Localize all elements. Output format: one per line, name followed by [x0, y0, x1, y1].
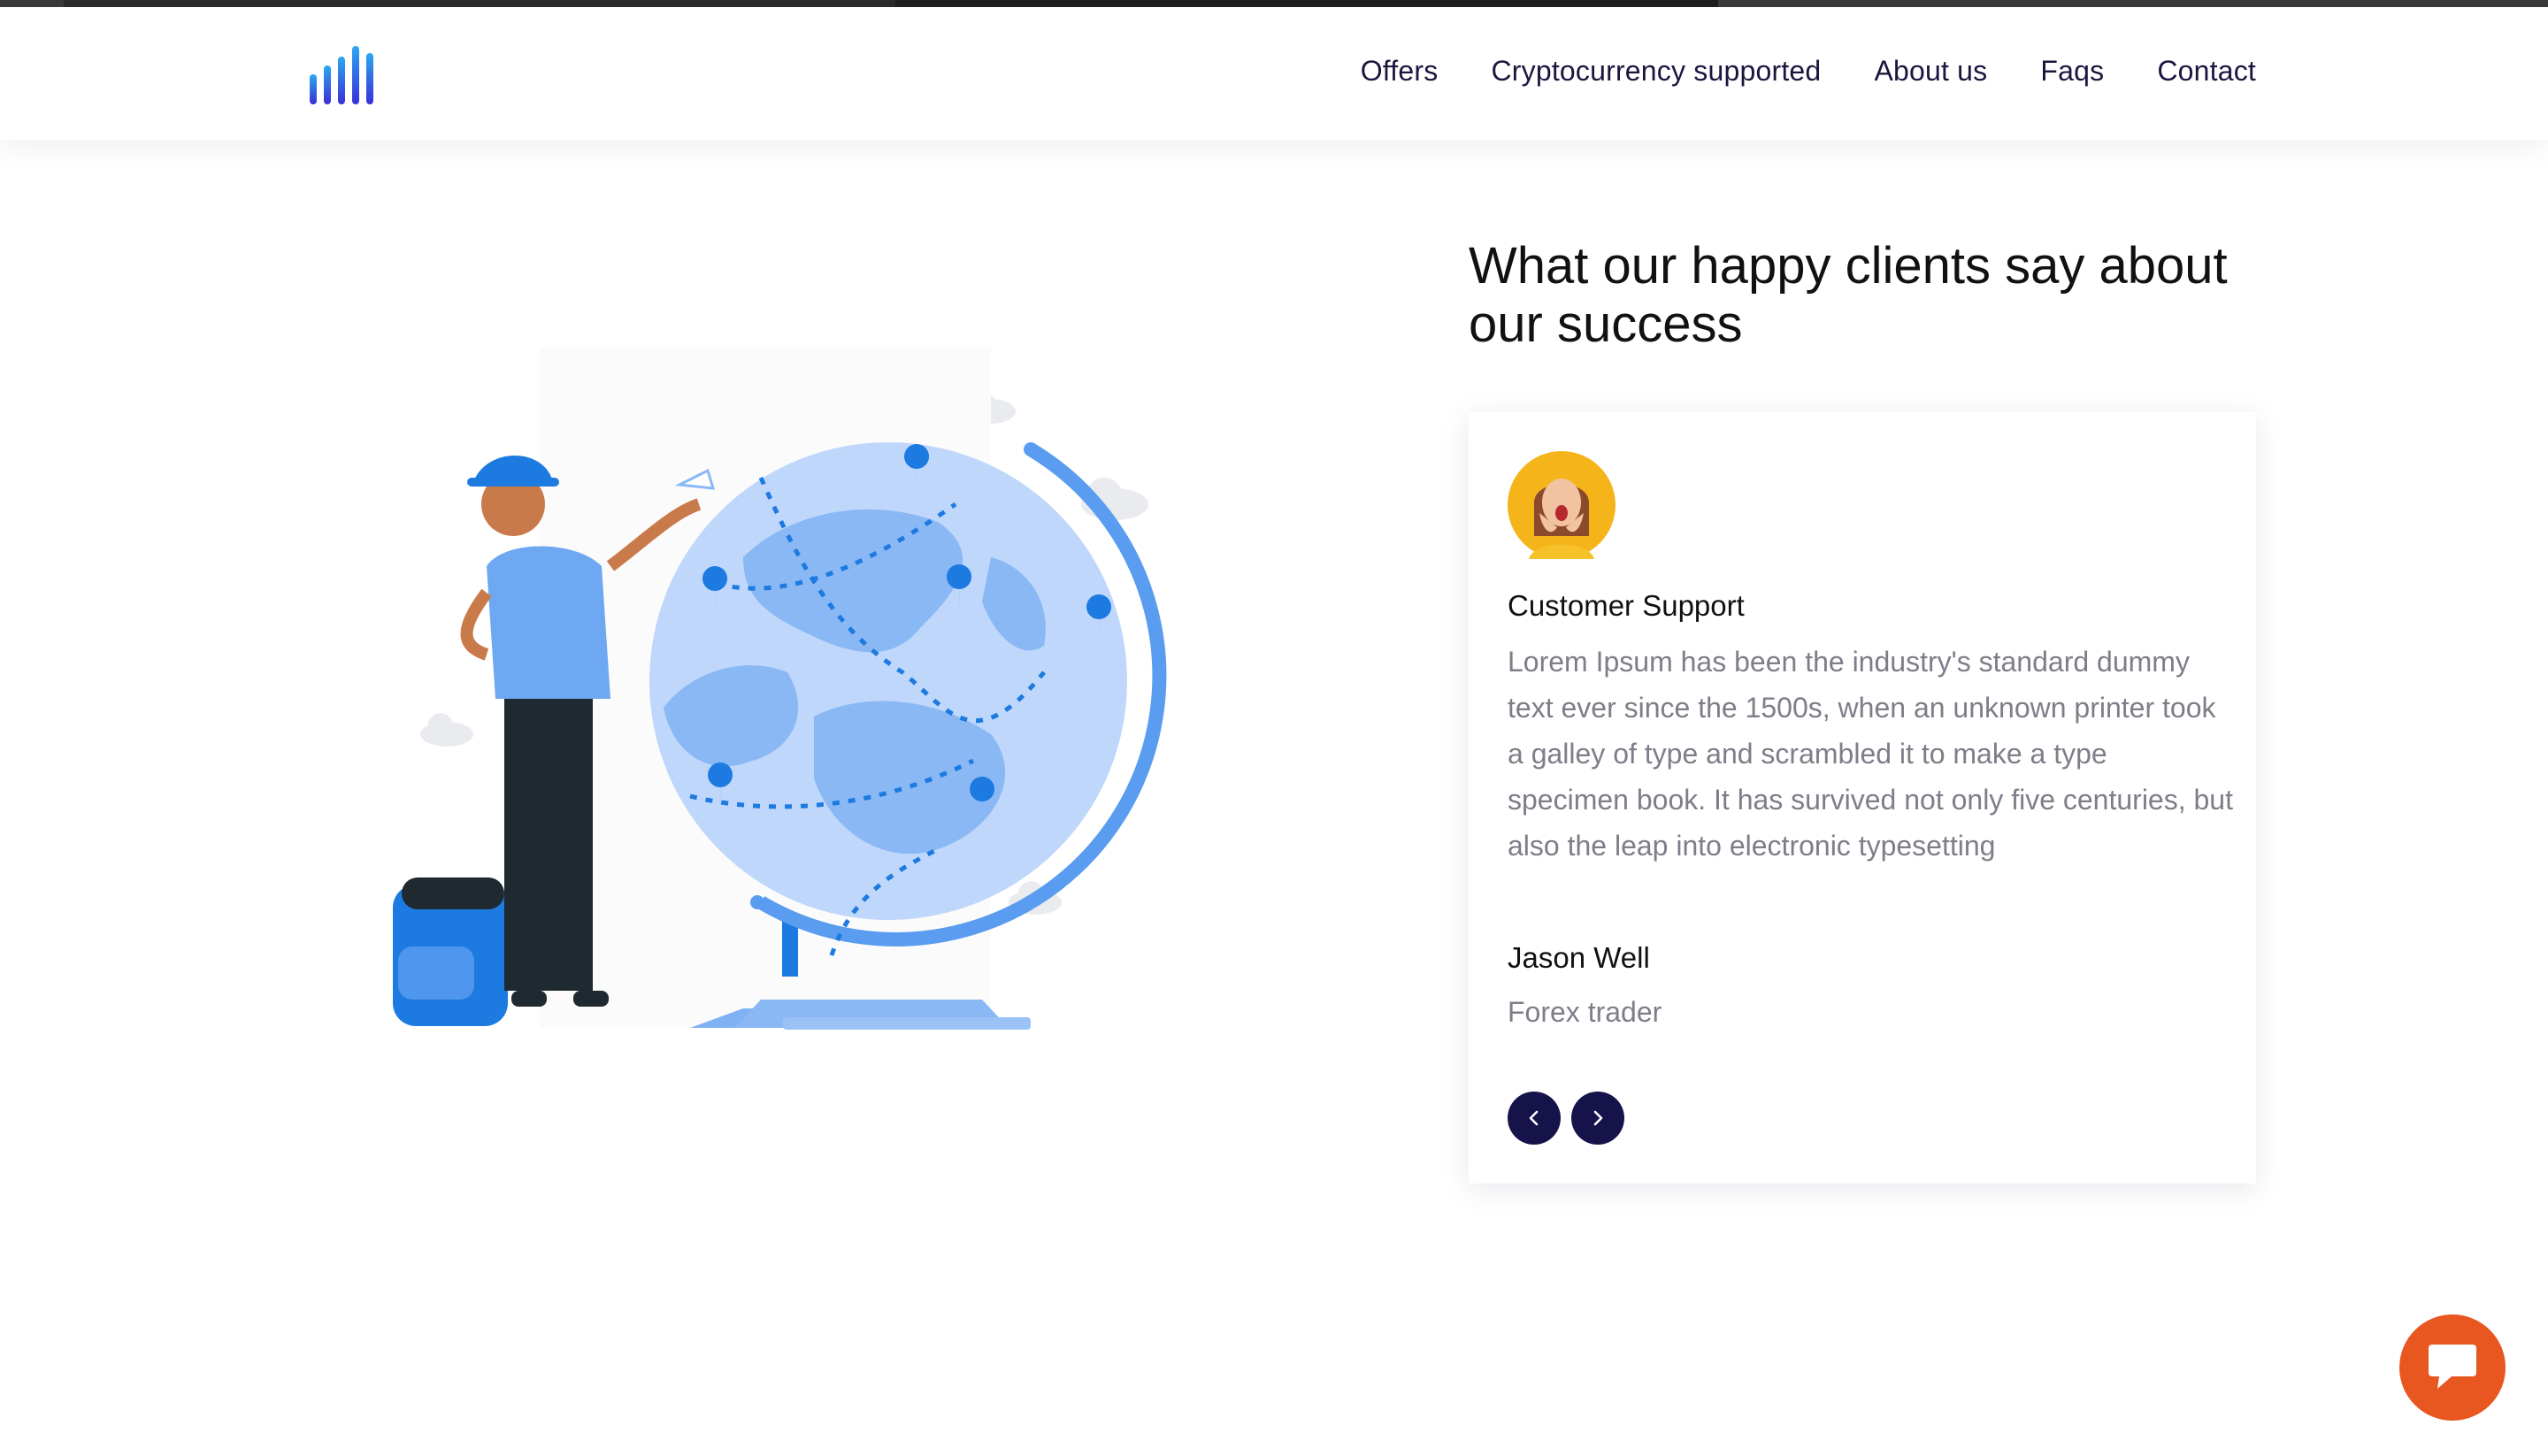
- nav-link-faqs[interactable]: Faqs: [2040, 55, 2104, 88]
- testimonials-heading: What our happy clients say about our suc…: [1469, 237, 2228, 353]
- bar-chart-logo[interactable]: [308, 39, 388, 106]
- testimonial-card: Customer Support Lorem Ipsum has been th…: [1469, 412, 2256, 1184]
- top-line-segment: [895, 0, 1718, 7]
- top-line-segment: [64, 0, 895, 7]
- main-nav: Offers Cryptocurrency supported About us…: [1361, 55, 2256, 88]
- previous-testimonial-button[interactable]: [1508, 1092, 1561, 1145]
- nav-link-cryptocurrency[interactable]: Cryptocurrency supported: [1491, 55, 1821, 88]
- testimonial-quote: Lorem Ipsum has been the industry's stan…: [1508, 646, 2233, 862]
- site-header: Offers Cryptocurrency supported About us…: [0, 7, 2548, 140]
- testimonial-role: Customer Support: [1508, 589, 1745, 622]
- chevron-left-icon: [1529, 1110, 1539, 1126]
- chat-bubble-icon: [2429, 1345, 2476, 1389]
- next-testimonial-button[interactable]: [1571, 1092, 1624, 1145]
- testimonial-author-name: Jason Well: [1508, 941, 1650, 974]
- avatar: [1508, 451, 1616, 559]
- nav-link-about[interactable]: About us: [1874, 55, 1987, 88]
- nav-link-offers[interactable]: Offers: [1361, 55, 1439, 88]
- chat-button[interactable]: [2399, 1314, 2506, 1421]
- top-progress-line: [0, 0, 2548, 7]
- nav-link-contact[interactable]: Contact: [2157, 55, 2256, 88]
- traveler-globe-illustration: [393, 347, 1167, 1030]
- chevron-right-icon: [1593, 1110, 1603, 1126]
- testimonial-author-job: Forex trader: [1508, 996, 1662, 1028]
